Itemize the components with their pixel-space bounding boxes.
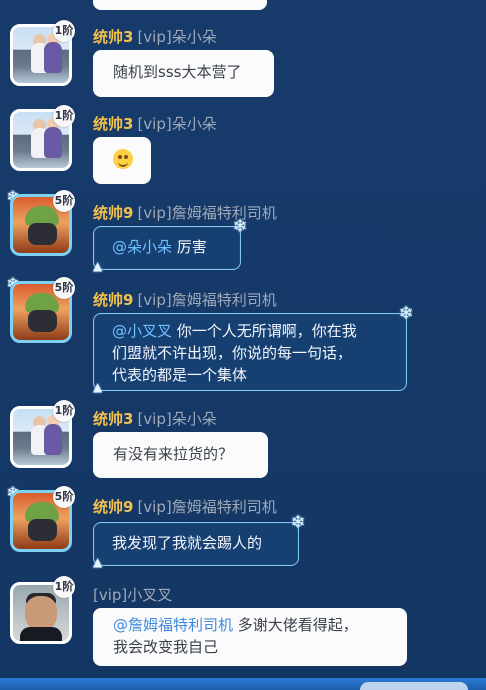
sender-name[interactable]: 统帅3 [vip]朵小朵: [93, 408, 217, 429]
sender-username: [vip]詹姆福特利司机: [137, 498, 277, 516]
message-bubble[interactable]: @詹姆福特利司机 多谢大佬看得起， 我会改变我自己: [93, 608, 407, 666]
message-mention[interactable]: @朵小朵: [112, 238, 172, 256]
rank-badge: 5阶: [53, 486, 75, 508]
snowflake-icon: ❄: [290, 512, 306, 533]
message-text: 有没有来拉货的？: [113, 445, 234, 463]
sender-title: 统帅9: [93, 204, 134, 222]
message-text: 随机到sss大本营了: [113, 63, 242, 81]
rank-badge: 5阶: [53, 190, 75, 212]
message-bubble[interactable]: 随机到sss大本营了: [93, 50, 274, 97]
message-mention[interactable]: @小叉叉: [112, 322, 172, 340]
sender-title: 统帅9: [93, 498, 134, 516]
rank-badge: 1阶: [53, 400, 75, 422]
sender-username: [vip]小叉叉: [93, 586, 173, 604]
sender-name[interactable]: 统帅3 [vip]朵小朵: [93, 26, 217, 47]
kid-figure-icon: [44, 127, 62, 158]
snow-tree-icon: ▲: [93, 380, 103, 394]
message-text-line: 我会改变我自己: [113, 638, 219, 656]
snowflake-icon: ❄: [232, 216, 248, 237]
shirt-icon: [20, 627, 62, 641]
beard-face-icon: [28, 519, 57, 541]
message-bubble[interactable]: @朵小朵 厉害 ❄ ▲: [93, 217, 248, 273]
bottom-button-edge[interactable]: [360, 682, 468, 690]
sender-username: [vip]朵小朵: [137, 410, 217, 428]
message-bubble[interactable]: [93, 137, 151, 184]
message-bubble[interactable]: 有没有来拉货的？: [93, 432, 268, 478]
sender-name[interactable]: 统帅3 [vip]朵小朵: [93, 113, 217, 134]
kid-figure-icon: [44, 424, 62, 455]
laughing-emoji-icon: [113, 149, 133, 169]
beard-face-icon: [28, 310, 57, 332]
sender-title: 统帅3: [93, 410, 134, 428]
message-bubble[interactable]: @小叉叉 你一个人无所谓啊，你在我 们盟就不许出现，你说的每一句话， 代表的都是…: [93, 304, 414, 394]
beard-face-icon: [28, 223, 57, 245]
message-text: 厉害: [172, 238, 207, 256]
rank-badge: 1阶: [53, 105, 75, 127]
message-text-line: 你一个人无所谓啊，你在我: [172, 322, 357, 340]
message-text: 我发现了我就会踢人的: [112, 534, 263, 552]
sender-username: [vip]朵小朵: [137, 115, 217, 133]
message-text-line: 多谢大佬看得起，: [233, 616, 358, 634]
sender-title: 统帅9: [93, 291, 134, 309]
sender-title: 统帅3: [93, 115, 134, 133]
rank-badge: 1阶: [53, 20, 75, 42]
face-icon: [25, 596, 57, 630]
sender-name[interactable]: 统帅9 [vip]詹姆福特利司机: [93, 496, 277, 517]
kid-figure-icon: [44, 42, 62, 73]
snow-tree-icon: ▲: [93, 555, 103, 569]
rank-badge: 1阶: [53, 576, 75, 598]
rank-badge: 5阶: [53, 277, 75, 299]
sender-name[interactable]: 统帅9 [vip]詹姆福特利司机: [93, 289, 277, 310]
snowflake-icon: ❄: [398, 303, 414, 324]
chat-screen: 1阶 统帅3 [vip]朵小朵 随机到sss大本营了 1阶 统帅3 [vip]朵小朵…: [0, 0, 486, 690]
previous-message-bubble-edge: [93, 0, 267, 10]
message-text-line: 们盟就不许出现，你说的每一句话，: [112, 344, 353, 362]
snow-tree-icon: ▲: [93, 259, 103, 273]
sender-name[interactable]: [vip]小叉叉: [93, 584, 172, 605]
message-bubble[interactable]: 我发现了我就会踢人的 ❄ ▲: [93, 513, 306, 569]
sender-title: 统帅3: [93, 28, 134, 46]
message-mention[interactable]: @詹姆福特利司机: [113, 616, 233, 634]
sender-username: [vip]詹姆福特利司机: [137, 291, 277, 309]
message-text-line: 代表的都是一个集体: [112, 366, 248, 384]
sender-username: [vip]朵小朵: [137, 28, 217, 46]
sender-username: [vip]詹姆福特利司机: [137, 204, 277, 222]
